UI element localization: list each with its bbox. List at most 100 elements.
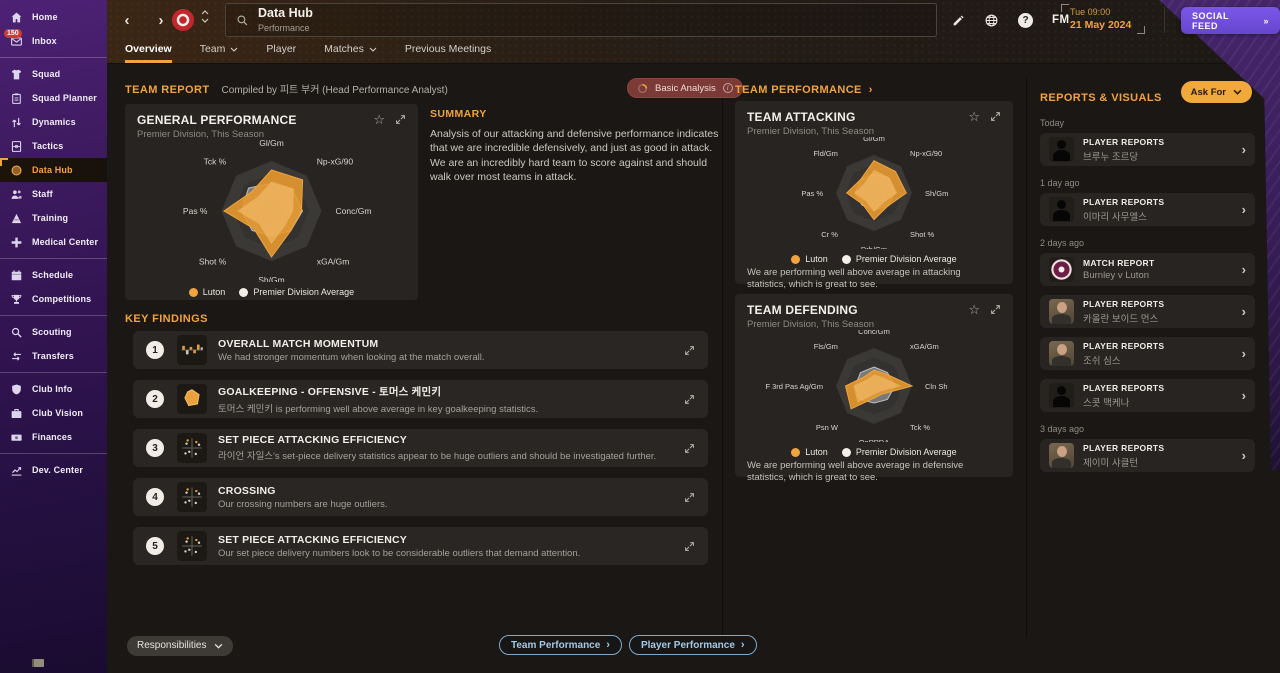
chart-legend: Luton Premier Division Average [735, 254, 1013, 264]
page-search-box[interactable]: Data Hub Performance [225, 3, 937, 37]
report-card[interactable]: PLAYER REPORTS 스콧 맥케나 › [1040, 379, 1255, 412]
favourite-star-icon[interactable]: ☆ [968, 303, 980, 316]
expand-icon[interactable] [990, 111, 1001, 122]
svg-text:Np-xG/90: Np-xG/90 [910, 149, 942, 158]
expand-icon[interactable] [684, 443, 695, 454]
finding-number: 1 [146, 341, 164, 359]
sidebar-item-transfers[interactable]: Transfers [0, 344, 107, 368]
report-card[interactable]: PLAYER REPORTS 카올란 보이드 먼스 › [1040, 295, 1255, 328]
key-finding-row[interactable]: 2 GOALKEEPING - OFFENSIVE - 토머스 케민키 토머스 … [133, 380, 708, 418]
game-clock[interactable]: Tue 09:00 21 May 2024 [1060, 4, 1146, 34]
player-avatar [1049, 137, 1074, 162]
sidebar-item-club-info[interactable]: Club Info [0, 377, 107, 401]
expand-icon[interactable] [684, 345, 695, 356]
sidebar-item-squad-planner[interactable]: Squad Planner [0, 86, 107, 110]
responsibilities-button[interactable]: Responsibilities [127, 635, 234, 656]
sidebar-item-dynamics[interactable]: Dynamics [0, 110, 107, 134]
sidebar-item-finances[interactable]: Finances [0, 425, 107, 449]
chevron-right-icon: › [865, 84, 873, 96]
favourite-star-icon[interactable]: ☆ [968, 110, 980, 123]
tab-team[interactable]: Team [200, 43, 239, 63]
sidebar-item-staff[interactable]: Staff [0, 182, 107, 206]
sidebar-item-label: Finances [32, 432, 73, 442]
svg-text:Shot %: Shot % [199, 256, 227, 266]
edit-icon[interactable] [952, 14, 965, 27]
report-subject: 스콧 맥케나 [1083, 397, 1130, 409]
ask-for-button[interactable]: Ask For [1180, 81, 1252, 103]
key-finding-row[interactable]: 3 SET PIECE ATTACKING EFFICIENCY 라이언 자일스… [133, 429, 708, 467]
scatter-chart-icon [177, 433, 207, 463]
expand-icon[interactable] [684, 541, 695, 552]
sidebar-divider [0, 372, 107, 373]
world-icon[interactable] [984, 13, 999, 28]
key-finding-row[interactable]: 1 OVERALL MATCH MOMENTUM We had stronger… [133, 331, 708, 369]
report-card[interactable]: PLAYER REPORTS 브루누 조르당 › [1040, 133, 1255, 166]
svg-text:Np-xG/90: Np-xG/90 [317, 157, 354, 167]
report-card[interactable]: PLAYER REPORTS 조쉬 심스 › [1040, 337, 1255, 370]
sidebar-footer-icon[interactable] [32, 659, 44, 667]
report-card[interactable]: PLAYER REPORTS 제이미 샤클턴 › [1040, 439, 1255, 472]
analysis-level-button[interactable]: Basic Analysis i [627, 78, 743, 98]
club-switch-caret[interactable] [201, 10, 209, 23]
reports-heading: REPORTS & VISUALS [1040, 92, 1162, 104]
chevron-down-icon [369, 47, 377, 52]
back-button[interactable]: ‹ [117, 9, 137, 31]
card-title: TEAM DEFENDING [747, 303, 858, 317]
team-attacking-card: TEAM ATTACKING Premier Division, This Se… [735, 101, 1013, 290]
analysis-level-label: Basic Analysis [655, 82, 716, 94]
tab-overview[interactable]: Overview [125, 43, 172, 63]
tab-matches[interactable]: Matches [324, 43, 377, 63]
social-feed-button[interactable]: SOCIAL FEED » [1181, 7, 1280, 34]
dev-center-icon [9, 463, 23, 477]
expand-icon[interactable] [684, 394, 695, 405]
key-findings-heading: KEY FINDINGS [125, 313, 208, 325]
sidebar-item-home[interactable]: Home [0, 5, 107, 29]
search-icon [236, 14, 249, 27]
key-finding-row[interactable]: 5 SET PIECE ATTACKING EFFICIENCY Our set… [133, 527, 708, 565]
sidebar-item-dev-center[interactable]: Dev. Center [0, 458, 107, 482]
report-subject: 이마리 사무엘스 [1083, 211, 1147, 223]
team-performance-heading[interactable]: TEAM PERFORMANCE › [735, 84, 873, 96]
club-badge[interactable] [172, 9, 194, 31]
sidebar-item-label: Tactics [32, 141, 64, 151]
sidebar-item-training[interactable]: Training [0, 206, 107, 230]
sidebar-item-squad[interactable]: Squad [0, 62, 107, 86]
sidebar-item-tactics[interactable]: Tactics [0, 134, 107, 158]
team-performance-label: Team Performance [511, 639, 601, 651]
svg-text:Conc/Gm: Conc/Gm [858, 330, 890, 336]
expand-icon[interactable] [395, 114, 406, 125]
key-finding-row[interactable]: 4 CROSSING Our crossing numbers are huge… [133, 478, 708, 516]
sidebar-item-competitions[interactable]: Competitions [0, 287, 107, 311]
reports-list: Today PLAYER REPORTS 브루누 조르당 › 1 day ago… [1040, 118, 1255, 472]
forward-button[interactable]: › [151, 9, 171, 31]
data-hub-icon [9, 163, 23, 177]
team-performance-button[interactable]: Team Performance › [499, 635, 622, 655]
player-avatar [1049, 383, 1074, 408]
svg-text:F 3rd Pas Ag/Gm: F 3rd Pas Ag/Gm [765, 382, 823, 391]
legend-label: Luton [805, 447, 828, 457]
sidebar-item-club-vision[interactable]: Club Vision [0, 401, 107, 425]
sidebar-item-medical-center[interactable]: Medical Center [0, 230, 107, 254]
summary-block: SUMMARY Analysis of our attacking and de… [430, 108, 722, 185]
sidebar-item-label: Competitions [32, 294, 92, 304]
sidebar-item-inbox[interactable]: 150 Inbox [0, 29, 107, 53]
report-card[interactable]: MATCH REPORT Burnley v Luton › [1040, 253, 1255, 286]
tab-player[interactable]: Player [266, 43, 296, 63]
club-info-icon [9, 382, 23, 396]
luton-legend-dot [791, 447, 801, 457]
team-performance-heading-label: TEAM PERFORMANCE [735, 84, 862, 96]
report-card[interactable]: PLAYER REPORTS 이마리 사무엘스 › [1040, 193, 1255, 226]
header-area: ‹ › Data Hub Performance ? FM Tue 09:00 … [107, 0, 1280, 64]
sidebar-item-data-hub[interactable]: Data Hub [0, 158, 107, 182]
tab-previous-meetings[interactable]: Previous Meetings [405, 43, 491, 63]
expand-icon[interactable] [684, 492, 695, 503]
expand-icon[interactable] [990, 304, 1001, 315]
report-group-timestamp: 2 days ago [1040, 238, 1085, 248]
game-date: 21 May 2024 [1070, 19, 1132, 31]
player-performance-button[interactable]: Player Performance › [628, 635, 757, 655]
favourite-star-icon[interactable]: ☆ [373, 113, 385, 126]
help-icon[interactable]: ? [1018, 12, 1033, 28]
sidebar-item-schedule[interactable]: Schedule [0, 263, 107, 287]
fm-logo[interactable]: FM [1052, 14, 1070, 26]
sidebar-item-scouting[interactable]: Scouting [0, 320, 107, 344]
